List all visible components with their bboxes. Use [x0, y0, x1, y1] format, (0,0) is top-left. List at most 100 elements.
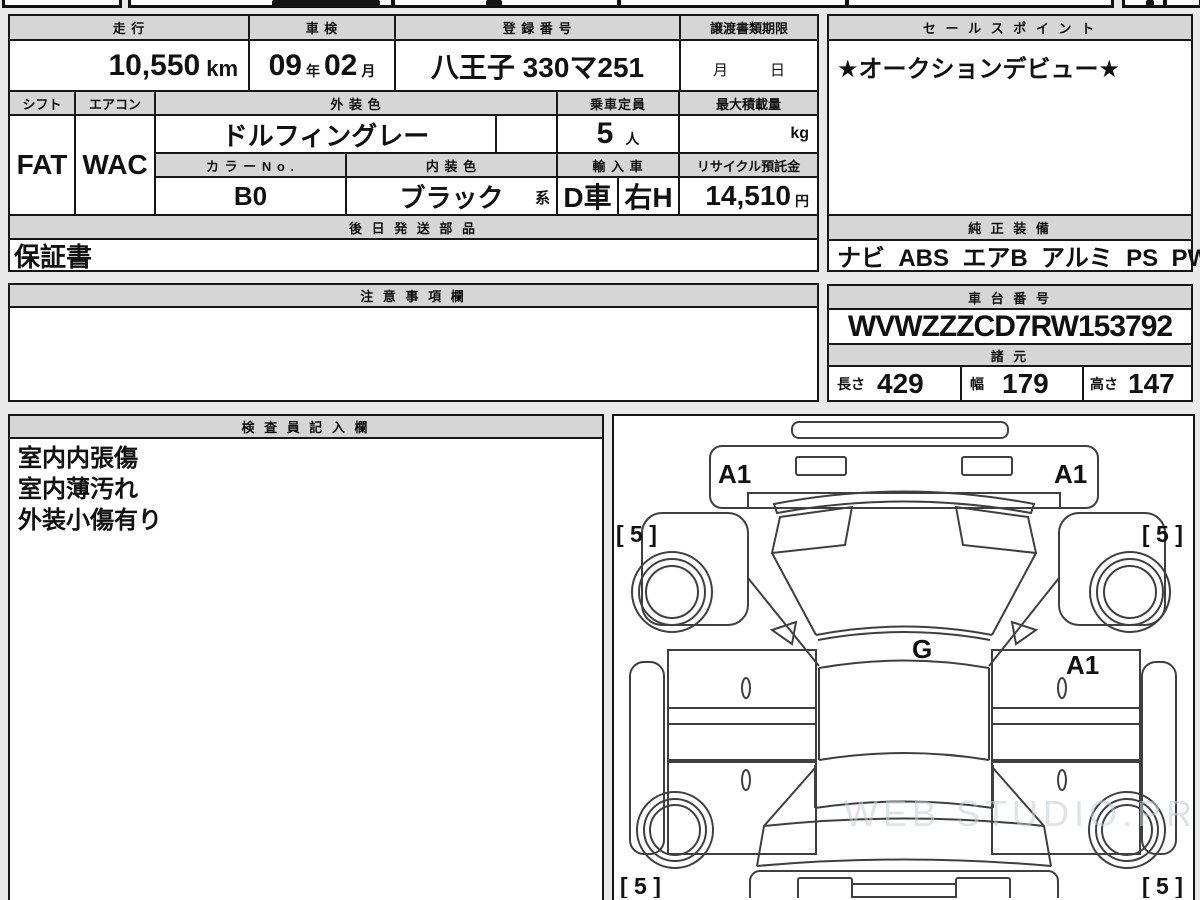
- recycle-deposit-unit: 円: [795, 193, 809, 209]
- rear-lamp-left: [797, 877, 853, 898]
- deadline-month-label: 月: [712, 62, 728, 79]
- exterior-color-extra-cell: [495, 114, 558, 154]
- recycle-deposit-value-cell: 14,510 円: [678, 176, 819, 216]
- height-value: 147: [1128, 367, 1175, 399]
- later-parts-header: 後 日 発 送 部 品: [8, 214, 819, 240]
- sales-point-header: セ ー ル ス ポ イ ン ト: [827, 14, 1193, 41]
- aircon-header-label: エアコン: [88, 96, 141, 112]
- mileage-unit: km: [206, 55, 238, 81]
- shift-header-label: シフト: [22, 96, 62, 112]
- door-molding-left: [668, 707, 816, 725]
- aircon-value-cell: WAC: [74, 114, 156, 216]
- headlight-right: [961, 456, 1013, 476]
- length-cell: 長さ 429: [827, 365, 962, 402]
- later-parts-value-cell: 保証書: [8, 238, 819, 272]
- mileage-value-cell: 10,550 km: [8, 39, 250, 92]
- inspection-header-label: 車 検: [305, 21, 339, 36]
- inspection-header: 車 検: [248, 14, 396, 41]
- aircon-value: WAC: [82, 149, 148, 180]
- transfer-deadline-header: 譲渡書類期限: [679, 14, 819, 41]
- wiper-zone-left: [770, 505, 854, 555]
- headlight-left: [795, 456, 847, 476]
- door-handle-rear-right: [1057, 769, 1067, 791]
- door-molding-right: [992, 707, 1140, 725]
- sales-point-value: ★オークションデビュー★: [837, 56, 1121, 83]
- cutoff-row-cell: [618, 0, 848, 8]
- max-load-header: 最大積載量: [678, 90, 819, 116]
- import-car-header: 輸 入 車: [556, 152, 680, 178]
- recycle-deposit-header-label: リサイクル預託金: [696, 158, 801, 174]
- roof-front-arc-inner: [817, 631, 991, 641]
- max-load-value-cell: kg: [678, 114, 819, 154]
- specs-header: 諸 元: [827, 343, 1193, 367]
- width-value: 179: [1002, 367, 1049, 399]
- mark-tire-front-right: [ 5 ]: [1142, 521, 1183, 547]
- recycle-deposit-value: 14,510: [705, 180, 791, 211]
- capacity-header: 乗車定員: [556, 90, 680, 116]
- capacity-unit: 人: [625, 131, 640, 147]
- inspector-header-label: 検 査 員 記 入 欄: [241, 420, 371, 435]
- inspection-month-unit: 月: [361, 62, 376, 79]
- front-panel: [709, 445, 1099, 509]
- cowl-band: [772, 490, 1036, 515]
- genuine-equipment-header-label: 純 正 装 備: [968, 221, 1052, 236]
- seat-arc-bottom: [818, 752, 990, 761]
- capacity-value-cell: 5 人: [556, 114, 680, 154]
- color-no-header: カ ラ ー N o .: [154, 152, 347, 178]
- genuine-equipment-value: ナビ ABS エアB アルミ PS PW: [837, 245, 1200, 272]
- import-type-value: D車: [563, 182, 612, 213]
- notes-header: 注 意 事 項 欄: [8, 283, 819, 308]
- color-no-value-cell: B0: [154, 176, 347, 216]
- cutoff-row-cell: [2, 0, 122, 8]
- door-handle-front-left: [741, 677, 751, 699]
- inspector-note-line: 室内薄汚れ: [18, 476, 138, 503]
- wiper-zone-right: [954, 505, 1038, 555]
- inspector-header: 検 査 員 記 入 欄: [8, 414, 604, 439]
- width-label: 幅: [970, 375, 984, 392]
- tire-front-left-icon: [631, 551, 713, 633]
- cutoff-text-fragment: [486, 0, 502, 6]
- length-value: 429: [877, 367, 924, 399]
- notes-header-label: 注 意 事 項 欄: [360, 289, 467, 304]
- mark-a1-front-right: A1: [1054, 459, 1087, 489]
- interior-color-header: 内 装 色: [345, 152, 558, 178]
- cutoff-row-cell: [1122, 0, 1166, 8]
- trunk-arc: [756, 858, 1052, 867]
- aircon-header: エアコン: [74, 90, 156, 116]
- transfer-deadline-header-label: 譲渡書類期限: [709, 21, 788, 36]
- max-load-header-label: 最大積載量: [715, 96, 781, 112]
- notes-content: [8, 306, 819, 402]
- mark-tire-rear-left: [ 5 ]: [620, 873, 661, 898]
- mark-tire-rear-right: [ 5 ]: [1142, 873, 1183, 898]
- door-front-left: [667, 649, 817, 763]
- inspector-note-line: 室内内張傷: [18, 445, 138, 472]
- height-cell: 高さ 147: [1082, 365, 1193, 402]
- chassis-header-label: 車 台 番 号: [968, 290, 1052, 306]
- inspector-notes: 室内内張傷 室内薄汚れ 外装小傷有り: [10, 439, 170, 540]
- interior-color-value-cell: ブラック 系: [345, 176, 558, 216]
- roof-front-arc: [815, 625, 993, 636]
- exterior-color-header: 外 装 色: [154, 90, 558, 116]
- registration-header: 登 録 番 号: [394, 14, 681, 41]
- genuine-equipment-header: 純 正 装 備: [827, 214, 1193, 241]
- tire-rear-left-icon: [636, 791, 714, 869]
- interior-color-header-label: 内 装 色: [425, 158, 478, 174]
- interior-color-value: ブラック: [399, 182, 504, 213]
- shift-value: FAT: [16, 149, 68, 180]
- later-parts-value: 保証書: [14, 241, 93, 272]
- inspection-year-unit: 年: [306, 62, 320, 79]
- recycle-deposit-header: リサイクル預託金: [678, 152, 819, 178]
- exterior-color-value: ドルフィングレー: [221, 120, 430, 151]
- cutoff-text-fragment: [1146, 0, 1154, 6]
- sales-point-header-label: セ ー ル ス ポ イ ン ト: [922, 21, 1098, 36]
- mark-a1-front-left: A1: [718, 459, 751, 489]
- color-no-header-label: カ ラ ー N o .: [205, 158, 295, 174]
- inspection-year: 09: [268, 48, 302, 82]
- tire-front-right-icon: [1089, 551, 1171, 633]
- capacity-value: 5: [596, 117, 614, 150]
- exterior-color-header-label: 外 装 色: [330, 96, 382, 112]
- seat-arc-top: [818, 659, 990, 669]
- inspection-value-cell: 09 年 02 月: [248, 39, 396, 92]
- registration-value: 八王子 330マ251: [430, 51, 645, 83]
- shift-value-cell: FAT: [8, 114, 76, 216]
